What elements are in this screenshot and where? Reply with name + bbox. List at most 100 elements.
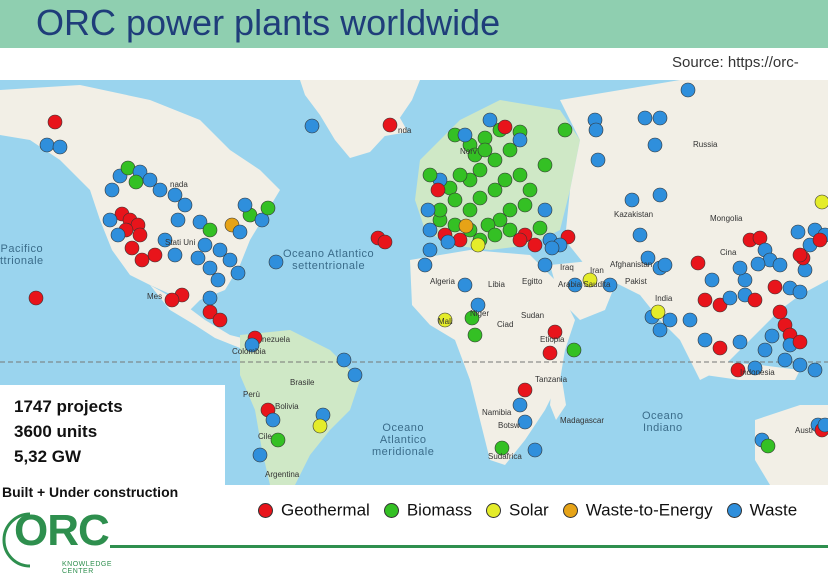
country-label: Sudan: [521, 311, 545, 320]
plant-marker: [757, 342, 773, 358]
plant-marker: [452, 167, 468, 183]
plant-marker: [260, 200, 276, 216]
plant-marker: [382, 117, 398, 133]
ocean-label-indian: Oceano Indiano: [642, 410, 684, 434]
plant-marker: [512, 132, 528, 148]
plant-marker: [104, 182, 120, 198]
plant-marker: [190, 250, 206, 266]
legend-item: Waste-to-Energy: [562, 500, 713, 521]
plant-marker: [807, 362, 823, 378]
plant-marker: [544, 240, 560, 256]
stat-units: 3600 units: [14, 422, 98, 441]
plant-marker: [212, 312, 228, 328]
plant-marker: [772, 304, 788, 320]
plant-marker: [542, 345, 558, 361]
legend-swatch: [258, 503, 273, 519]
country-label: Norv: [460, 147, 477, 156]
plant-marker: [422, 167, 438, 183]
plant-marker: [624, 192, 640, 208]
plant-marker: [814, 194, 828, 210]
plant-marker: [517, 197, 533, 213]
ocean-label-pacific: Pacifico ttrionale: [0, 243, 44, 267]
plant-marker: [680, 82, 696, 98]
plant-marker: [812, 232, 828, 248]
ocean-label-atlantic-north: Oceano Atlantico settentrionale: [283, 248, 375, 272]
plant-marker: [462, 202, 478, 218]
country-label: Tanzania: [535, 375, 568, 384]
plant-marker: [557, 122, 573, 138]
legend-label: Waste-to-Energy: [585, 500, 713, 520]
plant-marker: [440, 234, 456, 250]
country-label: Iran: [590, 266, 604, 275]
country-label: India: [655, 294, 673, 303]
country-label: nezuela: [262, 335, 291, 344]
plant-marker: [268, 254, 284, 270]
plant-marker: [202, 222, 218, 238]
plant-marker: [792, 334, 808, 350]
country-label: Iraq: [560, 263, 574, 272]
plant-marker: [482, 112, 498, 128]
plant-marker: [202, 260, 218, 276]
plant-marker: [682, 312, 698, 328]
plant-marker: [134, 252, 150, 268]
plant-marker: [222, 252, 238, 268]
plant-marker: [210, 272, 226, 288]
plant-marker: [232, 224, 248, 240]
plant-marker: [537, 202, 553, 218]
plant-marker: [39, 137, 55, 153]
legend-swatch: [726, 503, 742, 519]
plant-marker: [336, 352, 352, 368]
plant-marker: [750, 256, 766, 272]
legend-label: Biomass: [406, 500, 473, 520]
plant-marker: [102, 212, 118, 228]
country-label: Russia: [693, 140, 718, 149]
plant-marker: [532, 220, 548, 236]
country-label: Afghanistan: [610, 260, 653, 269]
plant-marker: [647, 137, 663, 153]
plant-marker: [512, 167, 528, 183]
plant-marker: [767, 279, 783, 295]
logo-text: ORC: [14, 506, 110, 555]
plant-marker: [772, 257, 788, 273]
plant-marker: [760, 438, 776, 454]
plant-marker: [722, 290, 738, 306]
plant-marker: [422, 242, 438, 258]
plant-marker: [697, 332, 713, 348]
country-label: Namibia: [482, 408, 512, 417]
plant-marker: [650, 304, 666, 320]
plant-marker: [652, 187, 668, 203]
plant-marker: [422, 222, 438, 238]
plant-marker: [230, 265, 246, 281]
plant-marker: [590, 152, 606, 168]
plant-marker: [347, 367, 363, 383]
plant-marker: [467, 327, 483, 343]
plant-marker: [197, 237, 213, 253]
plant-marker: [517, 382, 533, 398]
plant-marker: [270, 432, 286, 448]
plant-marker: [690, 255, 706, 271]
legend-label: Waste: [749, 500, 798, 520]
country-label: Bolivia: [275, 402, 299, 411]
plant-marker: [792, 284, 808, 300]
plant-marker: [457, 127, 473, 143]
country-label: Indonesia: [740, 368, 775, 377]
country-label: Colombia: [232, 347, 266, 356]
country-label: Austr: [795, 426, 814, 435]
plant-marker: [417, 257, 433, 273]
plant-marker: [472, 190, 488, 206]
plant-marker: [637, 110, 653, 126]
country-label: Botsw: [498, 421, 520, 430]
legend-item: Geothermal: [258, 500, 370, 521]
plant-marker: [470, 237, 486, 253]
country-label: Kazakistan: [614, 210, 654, 219]
plant-marker: [657, 257, 673, 273]
plant-marker: [512, 232, 528, 248]
plant-marker: [697, 292, 713, 308]
country-label: Mongolia: [710, 214, 743, 223]
footer-line: [110, 545, 828, 548]
plant-marker: [177, 197, 193, 213]
plant-marker: [517, 414, 533, 430]
built-label: Built + Under construction: [2, 484, 179, 500]
plant-marker: [457, 277, 473, 293]
plant-marker: [265, 412, 281, 428]
